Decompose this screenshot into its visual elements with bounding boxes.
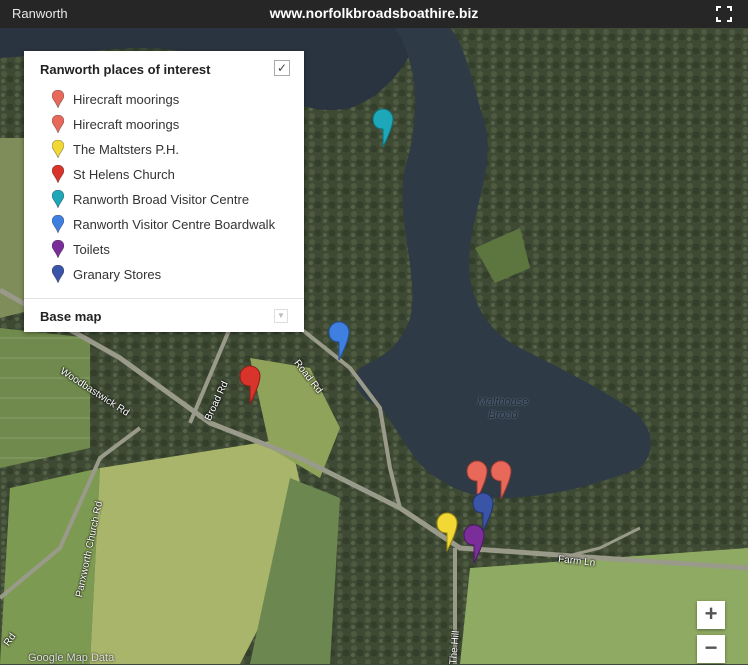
legend-title: Ranworth places of interest <box>40 62 211 77</box>
top-bar: Ranworth www.norfolkbroadsboathire.biz <box>0 0 748 28</box>
legend-item-label: Hirecraft moorings <box>73 117 180 132</box>
chevron-down-icon[interactable]: ▼ <box>274 309 288 323</box>
marker-st-helens-church[interactable] <box>239 365 261 405</box>
marker-toilets[interactable] <box>463 524 485 564</box>
map-attribution: Google Map Data <box>28 652 115 664</box>
marker-pin-icon <box>52 240 64 258</box>
marker-visitor-centre[interactable] <box>372 108 394 148</box>
zoom-control: + − <box>697 601 725 663</box>
legend-panel: Ranworth places of interest ✓ Hirecraft … <box>24 51 304 332</box>
legend-item-label: Ranworth Visitor Centre Boardwalk <box>73 217 276 232</box>
zoom-in-button[interactable]: + <box>697 601 725 629</box>
marker-pin-icon <box>52 165 64 183</box>
legend-item-label: Granary Stores <box>73 267 162 282</box>
marker-pin-icon <box>52 90 64 108</box>
marker-boardwalk[interactable] <box>328 321 350 361</box>
legend-item-label: Ranworth Broad Visitor Centre <box>73 192 250 207</box>
legend-item-label: Toilets <box>73 242 110 257</box>
fullscreen-icon[interactable] <box>716 6 732 22</box>
marker-maltsters[interactable] <box>436 512 458 552</box>
marker-pin-icon <box>52 140 64 158</box>
marker-pin-icon <box>52 190 64 208</box>
legend-item-label: Hirecraft moorings <box>73 92 180 107</box>
layer-checkbox[interactable]: ✓ <box>274 60 290 76</box>
legend-item-label: The Maltsters P.H. <box>73 142 179 157</box>
site-url: www.norfolkbroadsboathire.biz <box>269 5 479 21</box>
legend-item-label: St Helens Church <box>73 167 175 182</box>
marker-pin-icon <box>52 215 64 233</box>
marker-pin-icon <box>52 265 64 283</box>
legend-divider <box>24 298 304 299</box>
marker-hirecraft-2[interactable] <box>490 460 512 500</box>
zoom-out-button[interactable]: − <box>697 635 725 663</box>
base-map-label[interactable]: Base map <box>40 309 101 324</box>
marker-pin-icon <box>52 115 64 133</box>
